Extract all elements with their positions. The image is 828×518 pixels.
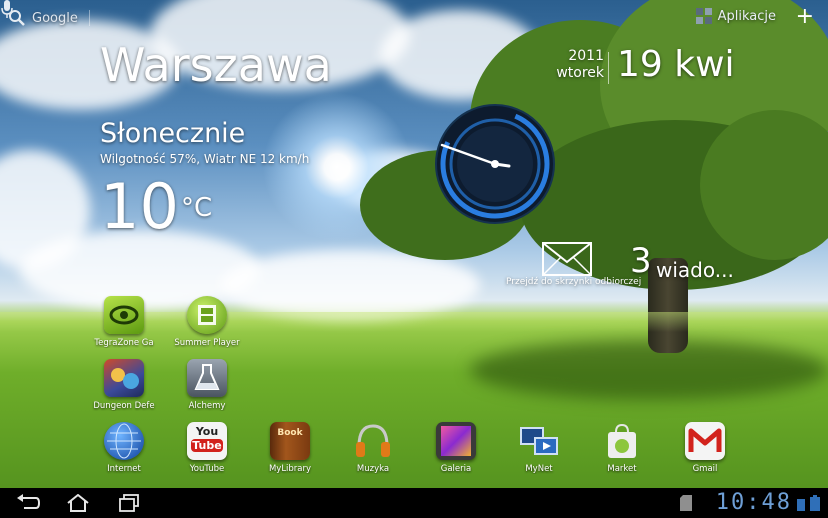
recent-apps-icon[interactable] [118, 494, 140, 512]
app-internet[interactable]: Internet [84, 422, 164, 474]
app-galeria[interactable]: Galeria [416, 422, 496, 474]
app-alchemy[interactable]: Alchemy [167, 359, 247, 411]
date-weekday: wtorek [556, 65, 604, 81]
book-icon: Book [270, 422, 310, 460]
app-market[interactable]: Market [582, 422, 662, 474]
app-label: Galeria [440, 464, 472, 474]
google-search-bar[interactable]: Google [8, 8, 78, 28]
globe-icon [104, 422, 144, 460]
weather-detail: Wilgotność 57%, Wiatr NE 12 km/h [100, 152, 310, 166]
grid-icon [695, 8, 712, 24]
apps-button[interactable]: Aplikacje [695, 8, 776, 24]
sd-card-icon [680, 495, 692, 511]
search-icon [9, 10, 25, 26]
app-label: Muzyka [356, 464, 390, 474]
mail-count: 3 [630, 241, 652, 281]
app-label: Summer Player [174, 338, 240, 348]
envelope-icon[interactable] [542, 242, 592, 276]
app-label: YouTube [189, 464, 225, 474]
apps-label: Aplikacje [717, 8, 776, 24]
add-widget-icon[interactable]: + [796, 6, 814, 28]
app-gmail[interactable]: Gmail [665, 422, 745, 474]
summer-player-icon [187, 296, 227, 334]
date-day-month: 19 kwi [617, 44, 735, 85]
mail-inbox-label[interactable]: Przejdź do skrzynki odbiorczej [506, 277, 641, 287]
status-clock[interactable]: 10:48 [716, 490, 792, 515]
app-label: Gmail [692, 464, 718, 474]
app-label: MyLibrary [268, 464, 312, 474]
headphones-icon [353, 422, 393, 460]
market-bag-icon [602, 422, 642, 460]
app-dungeon-defenders[interactable]: Dungeon Defe [84, 359, 164, 411]
tegrazone-icon [104, 296, 144, 334]
app-muzyka[interactable]: Muzyka [333, 422, 413, 474]
gmail-icon [685, 422, 725, 460]
mail-word: wiado... [656, 258, 734, 282]
alchemy-flask-icon [187, 359, 227, 397]
youtube-logo-you: You [195, 425, 219, 438]
wifi-icon [797, 499, 805, 511]
youtube-logo-tube: Tube [191, 439, 223, 452]
weather-condition: Słonecznie [100, 118, 246, 149]
dungeon-defenders-icon [104, 359, 144, 397]
weather-unit: °C [181, 193, 213, 223]
app-label: Internet [107, 464, 141, 474]
weather-temperature: 10 [100, 170, 179, 243]
battery-icon [810, 495, 820, 511]
app-label: MyNet [525, 464, 553, 474]
gallery-icon [436, 422, 476, 460]
google-label: Google [32, 10, 78, 26]
app-youtube[interactable]: You Tube YouTube [167, 422, 247, 474]
youtube-icon: You Tube [187, 422, 227, 460]
book-logo: Book [277, 428, 303, 438]
app-mynet[interactable]: MyNet [499, 422, 579, 474]
app-tegrazone[interactable]: TegraZone Ga [84, 296, 164, 348]
app-label: Alchemy [188, 401, 226, 411]
back-icon[interactable] [16, 494, 40, 512]
app-label: Dungeon Defe [93, 401, 155, 411]
app-label: TegraZone Ga [94, 338, 154, 348]
app-mylibrary[interactable]: Book MyLibrary [250, 422, 330, 474]
app-summer-player[interactable]: Summer Player [167, 296, 247, 348]
app-label: Market [607, 464, 637, 474]
home-icon[interactable] [66, 494, 90, 512]
weather-city[interactable]: Warszawa [100, 38, 332, 92]
analog-clock[interactable] [434, 103, 556, 225]
date-year: 2011 [568, 48, 604, 64]
home-screen: Google Aplikacje + Warszawa Słonecznie W… [0, 0, 828, 518]
mynet-icon [519, 422, 559, 460]
